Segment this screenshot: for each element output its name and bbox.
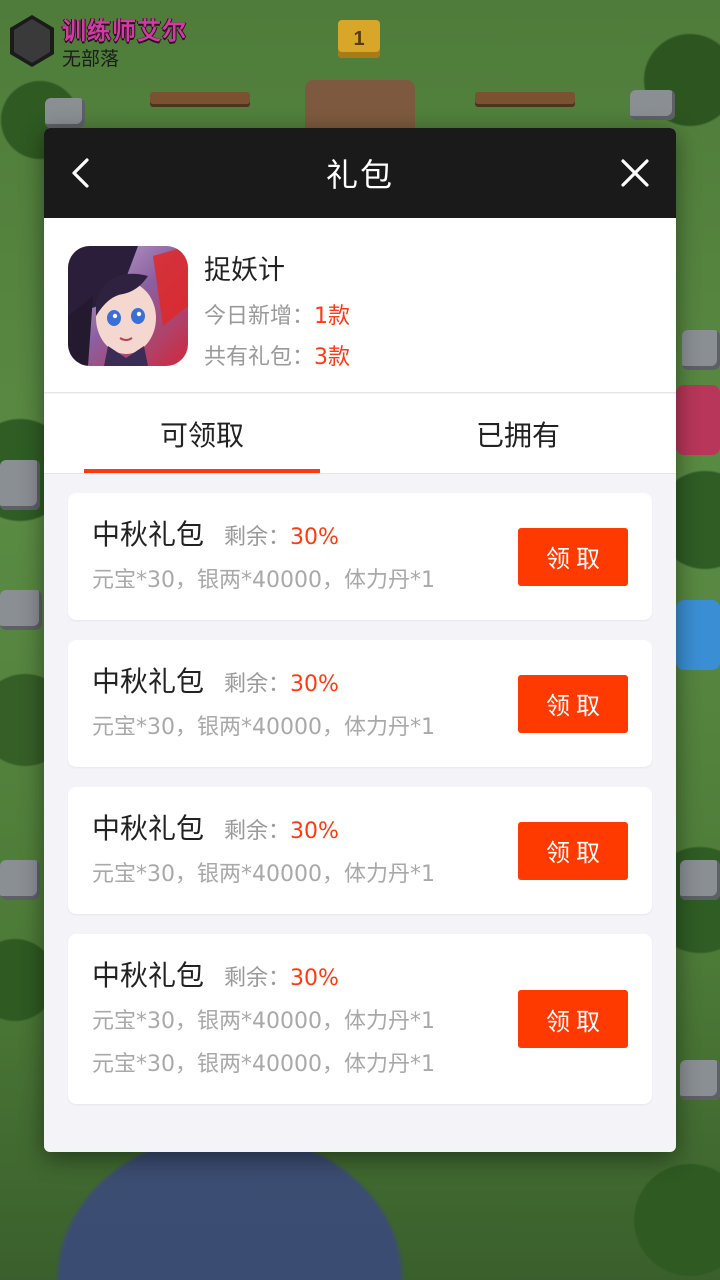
gift-pack-list: 中秋礼包 剩余： 30% 元宝*30，银两*40000，体力丹*1 领取 中秋礼包… [68,493,652,1124]
chevron-left-icon [72,158,89,188]
pack-contents: 元宝*30，银两*40000，体力丹*1 [92,1052,435,1077]
dialog-title: 礼包 [325,156,394,194]
game-avatar-icon [68,246,188,366]
claim-button[interactable]: 领取 [518,674,628,733]
remain-value: 30% [290,819,339,844]
player-name: 训练师艾尔 [62,17,187,45]
dialog-header: 礼包 [44,128,676,218]
side-banner [676,385,720,455]
claim-button[interactable]: 领取 [518,527,628,586]
rock [680,860,720,900]
remain-value: 30% [290,672,339,697]
rock [630,90,675,120]
today-new-stat: 今日新增：1款 [204,304,351,329]
gift-pack-card: 中秋礼包 剩余： 30% 元宝*30，银两*40000，体力丹*1 元宝*30，银… [68,934,652,1104]
close-icon [621,159,649,187]
player-badge[interactable]: 训练师艾尔 无部落 [10,12,187,70]
gift-pack-card: 中秋礼包 剩余： 30% 元宝*30，银两*40000，体力丹*1 领取 [68,787,652,914]
game-icon[interactable] [68,246,188,366]
today-new-count: 1款 [314,304,351,329]
remain-label: 剩余： [224,672,291,697]
pack-title: 中秋礼包 [92,812,205,845]
gift-pack-card: 中秋礼包 剩余： 30% 元宝*30，银两*40000，体力丹*1 领取 [68,493,652,620]
remain-value: 30% [290,525,339,550]
rock [0,460,40,510]
pack-title: 中秋礼包 [92,665,205,698]
total-packs-stat: 共有礼包：3款 [204,345,351,370]
game-name: 捉妖计 [204,255,285,286]
rock [0,590,42,630]
gift-pack-card: 中秋礼包 剩余： 30% 元宝*30，银两*40000，体力丹*1 领取 [68,640,652,767]
remain-label: 剩余： [224,819,291,844]
side-banner [676,600,720,670]
crown-icon: 1 [338,20,380,58]
pack-title: 中秋礼包 [92,959,205,992]
pack-title: 中秋礼包 [92,518,205,551]
tab-claimable[interactable]: 可领取 [44,394,360,473]
claim-button[interactable]: 领取 [518,990,628,1048]
rock [682,330,720,370]
fence [150,92,250,104]
remain-label: 剩余： [224,966,291,991]
player-clan: 无部落 [62,48,120,70]
tab-owned[interactable]: 已拥有 [360,394,676,473]
remain-value: 30% [290,966,339,991]
rock [0,860,40,900]
total-packs-count: 3款 [314,345,351,370]
back-button[interactable] [58,150,104,196]
clan-emblem-icon [10,15,54,67]
rock [45,98,85,128]
close-button[interactable] [612,150,658,196]
rock [680,1060,720,1100]
claim-button[interactable]: 领取 [518,821,628,880]
tab-bar: 可领取 已拥有 [44,394,676,474]
remain-label: 剩余： [224,525,291,550]
game-info: 捉妖计 今日新增：1款 共有礼包：3款 [44,218,676,393]
fence [475,92,575,104]
gift-pack-dialog: 礼包 捉妖计 今日新增：1款 共有礼包：3款 可领取 已拥有 中秋礼包 剩余： … [44,128,676,1152]
